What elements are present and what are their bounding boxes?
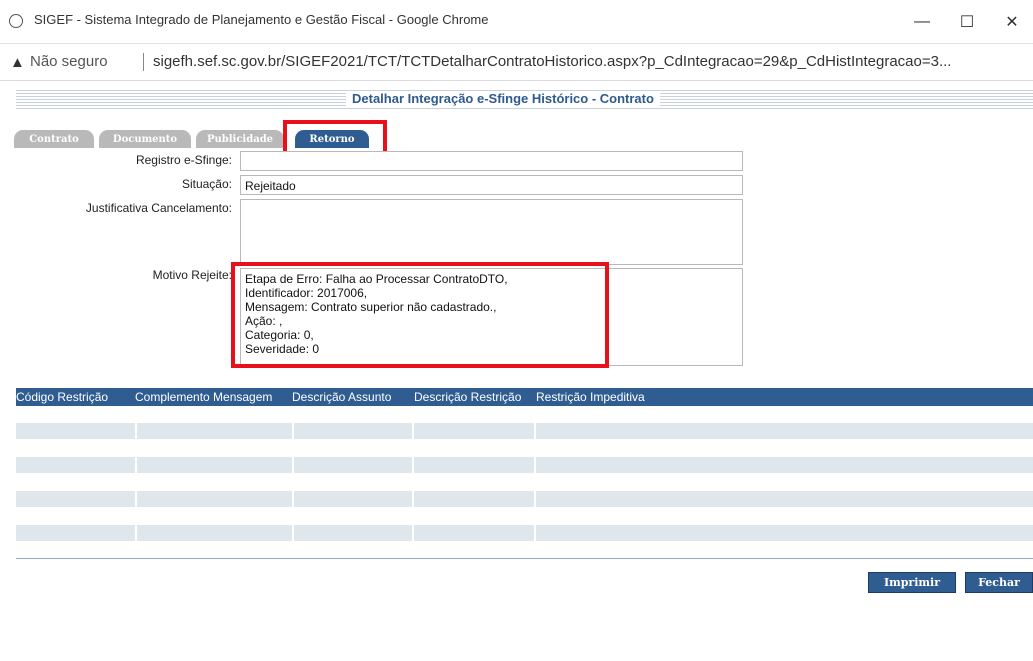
- close-button[interactable]: Fechar: [965, 572, 1033, 593]
- page-banner: Detalhar Integração e-Sfinge Histórico -…: [16, 90, 1033, 110]
- browser-titlebar: SIGEF - Sistema Integrado de Planejament…: [0, 0, 1033, 44]
- address-separator: [143, 53, 144, 71]
- column-header[interactable]: Código Restrição: [16, 390, 108, 404]
- cell-divider: [135, 525, 137, 541]
- restrictions-table-header: Código Restrição Complemento Mensagem De…: [16, 388, 1033, 406]
- registro-label: Registro e-Sfinge:: [135, 153, 232, 167]
- print-button[interactable]: Imprimir: [868, 572, 956, 593]
- page-title: Detalhar Integração e-Sfinge Histórico -…: [346, 91, 660, 106]
- address-bar[interactable]: ▲ Não seguro sigefh.sef.sc.gov.br/SIGEF2…: [0, 44, 1033, 81]
- minimize-icon[interactable]: —: [899, 0, 945, 43]
- warning-icon[interactable]: ▲: [10, 54, 25, 71]
- cell-divider: [534, 457, 536, 473]
- tab-label: Contrato: [29, 133, 79, 145]
- site-icon: [9, 14, 23, 28]
- justificativa-field[interactable]: [240, 199, 743, 265]
- cell-divider: [534, 423, 536, 439]
- cell-divider: [412, 525, 414, 541]
- column-header[interactable]: Complemento Mensagem: [135, 390, 272, 404]
- table-row[interactable]: [16, 423, 1033, 439]
- cell-divider: [292, 457, 294, 473]
- column-header[interactable]: Descrição Assunto: [292, 390, 391, 404]
- cell-divider: [292, 525, 294, 541]
- motivo-highlight-box: [231, 262, 609, 368]
- tab-documento[interactable]: Documento: [99, 130, 191, 148]
- cell-divider: [135, 423, 137, 439]
- table-row[interactable]: [16, 457, 1033, 473]
- tab-contrato[interactable]: Contrato: [14, 130, 94, 148]
- security-label[interactable]: Não seguro: [30, 53, 108, 70]
- cell-divider: [412, 491, 414, 507]
- cell-divider: [534, 525, 536, 541]
- table-bottom-line: [16, 558, 1033, 559]
- registro-field[interactable]: [240, 151, 743, 171]
- situacao-label: Situação:: [181, 177, 232, 191]
- cell-divider: [135, 491, 137, 507]
- cell-divider: [135, 457, 137, 473]
- motivo-label: Motivo Rejeite:: [152, 268, 232, 282]
- table-row[interactable]: [16, 525, 1033, 541]
- maximize-icon[interactable]: ☐: [944, 0, 990, 43]
- tab-label: Publicidade: [206, 133, 274, 145]
- close-icon[interactable]: ✕: [989, 0, 1033, 43]
- tab-publicidade[interactable]: Publicidade: [196, 130, 284, 148]
- cell-divider: [534, 491, 536, 507]
- tab-label: Documento: [112, 133, 178, 145]
- cell-divider: [292, 491, 294, 507]
- situacao-field[interactable]: Rejeitado: [240, 175, 743, 195]
- table-row[interactable]: [16, 491, 1033, 507]
- url-text[interactable]: sigefh.sef.sc.gov.br/SIGEF2021/TCT/TCTDe…: [153, 53, 951, 70]
- cell-divider: [292, 423, 294, 439]
- cell-divider: [412, 423, 414, 439]
- cell-divider: [412, 457, 414, 473]
- justificativa-label: Justificativa Cancelamento:: [85, 201, 232, 215]
- column-header[interactable]: Restrição Impeditiva: [536, 390, 645, 404]
- window-title: SIGEF - Sistema Integrado de Planejament…: [34, 12, 489, 27]
- column-header[interactable]: Descrição Restrição: [414, 390, 521, 404]
